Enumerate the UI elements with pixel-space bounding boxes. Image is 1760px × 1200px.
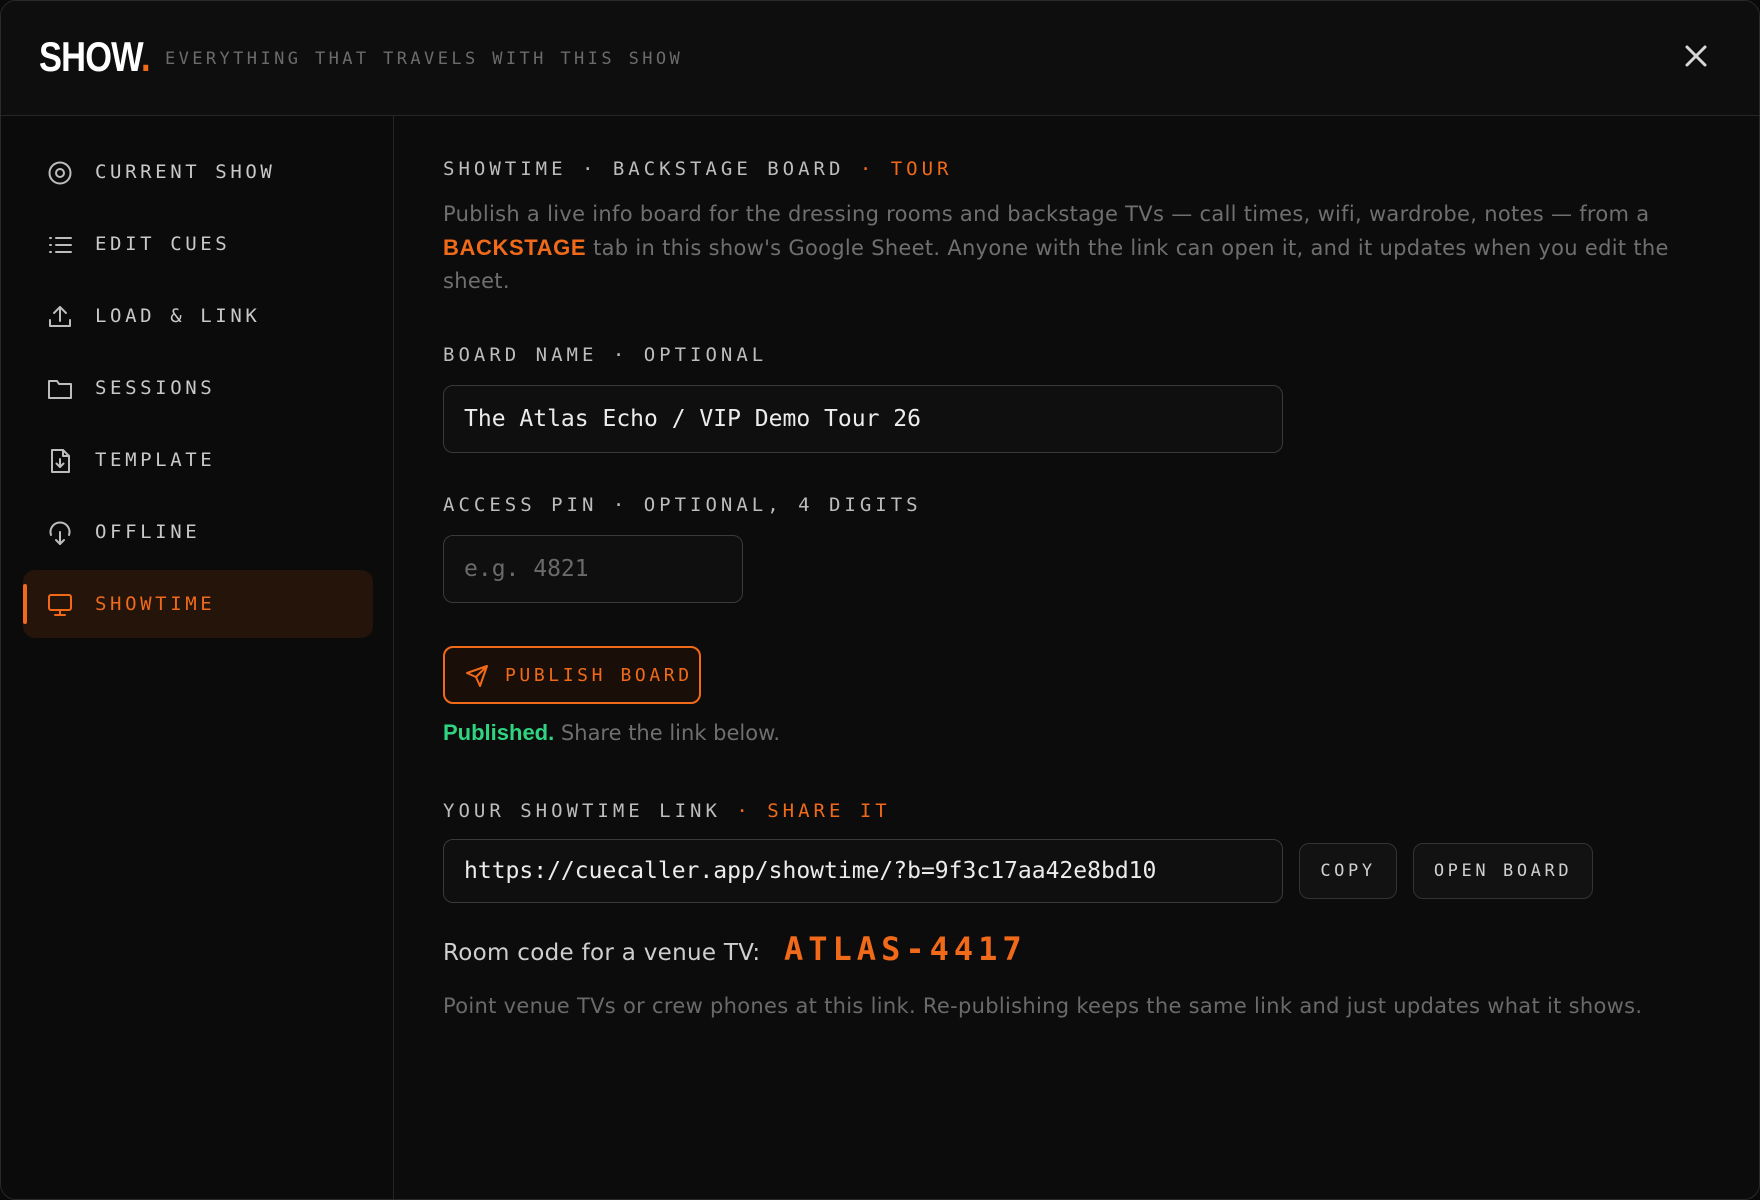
sidebar-item-load-link[interactable]: LOAD & LINK xyxy=(23,282,373,350)
publish-board-label: PUBLISH BOARD xyxy=(505,665,693,686)
send-icon xyxy=(466,665,488,687)
cloud-download-icon xyxy=(49,521,71,545)
access-pin-field[interactable] xyxy=(443,535,743,603)
section-description: Publish a live info board for the dressi… xyxy=(443,202,1669,293)
modal-header: SHOW. EVERYTHING THAT TRAVELS WITH THIS … xyxy=(1,1,1759,116)
room-code: ATLAS-4417 xyxy=(784,930,1027,968)
showtime-link-field[interactable] xyxy=(443,839,1283,903)
active-indicator xyxy=(23,584,27,624)
publish-board-button[interactable]: PUBLISH BOARD xyxy=(443,646,701,704)
monitor-icon xyxy=(48,594,72,616)
list-icon xyxy=(49,237,72,253)
sidebar-item-sessions[interactable]: SESSIONS xyxy=(23,354,373,422)
upload-icon xyxy=(49,306,71,327)
showtime-link-input[interactable] xyxy=(444,840,1282,902)
copy-button[interactable]: COPY xyxy=(1299,843,1397,899)
sidebar-item-offline[interactable]: OFFLINE xyxy=(23,498,373,566)
sidebar-item-label: CURRENT SHOW xyxy=(95,161,276,183)
sidebar-item-label: OFFLINE xyxy=(95,521,201,543)
sidebar-item-label: TEMPLATE xyxy=(95,449,216,471)
close-icon xyxy=(1685,45,1707,67)
sidebar-item-current-show[interactable]: CURRENT SHOW xyxy=(23,138,373,206)
section-title: SHOWTIME · BACKSTAGE BOARD · TOUR xyxy=(443,158,953,180)
sidebar-item-label: SHOWTIME xyxy=(95,593,216,615)
link-note: Point venue TVs or crew phones at this l… xyxy=(443,994,1643,1018)
modal-window: SHOW. EVERYTHING THAT TRAVELS WITH THIS … xyxy=(0,0,1760,1200)
sidebar-item-showtime[interactable]: SHOWTIME xyxy=(23,570,373,638)
header-tagline: EVERYTHING THAT TRAVELS WITH THIS SHOW xyxy=(165,49,684,69)
sidebar-item-label: LOAD & LINK xyxy=(95,305,261,327)
open-board-button[interactable]: OPEN BOARD xyxy=(1413,843,1593,899)
showtime-link-label: YOUR SHOWTIME LINK · SHARE IT xyxy=(443,800,891,822)
sidebar-nav: CURRENT SHOW EDIT CUES LOAD & LINK SESSI… xyxy=(1,116,394,1199)
board-name-label: BOARD NAME · OPTIONAL xyxy=(443,344,768,366)
file-download-icon xyxy=(51,449,70,473)
close-button[interactable] xyxy=(1679,39,1713,73)
sidebar-item-label: EDIT CUES xyxy=(95,233,231,255)
target-icon xyxy=(48,161,72,185)
folder-icon xyxy=(48,380,72,399)
sidebar-item-template[interactable]: TEMPLATE xyxy=(23,426,373,494)
access-pin-label: ACCESS PIN · OPTIONAL, 4 DIGITS xyxy=(443,494,922,516)
room-code-label: Room code for a venue TV: xyxy=(443,940,761,966)
sidebar-item-label: SESSIONS xyxy=(95,377,216,399)
sidebar-item-edit-cues[interactable]: EDIT CUES xyxy=(23,210,373,278)
access-pin-input[interactable] xyxy=(444,536,742,602)
board-name-input[interactable] xyxy=(444,386,1282,452)
board-name-field[interactable] xyxy=(443,385,1283,453)
app-logo: SHOW. xyxy=(39,33,151,80)
showtime-panel: SHOWTIME · BACKSTAGE BOARD · TOUR Publis… xyxy=(394,116,1759,1199)
publish-status: Published. Share the link below. xyxy=(443,720,781,745)
